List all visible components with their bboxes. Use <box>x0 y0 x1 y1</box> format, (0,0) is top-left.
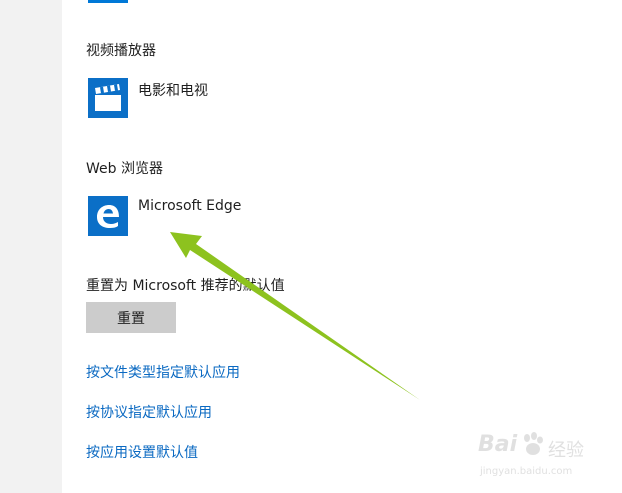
edge-icon <box>88 196 128 236</box>
watermark-url: jingyan.baidu.com <box>480 466 573 477</box>
default-apps-settings-page: 视频播放器 电影和电视 Web 浏览器 Microsoft Edge 重置为 M… <box>0 0 622 493</box>
video-player-section-label: 视频播放器 <box>86 43 156 59</box>
watermark-brand: Bai <box>478 432 518 457</box>
reset-defaults-label: 重置为 Microsoft 推荐的默认值 <box>86 278 285 294</box>
baidu-jingyan-watermark: Bai 经验 jingyan.baidu.com <box>478 430 608 486</box>
web-browser-app-name: Microsoft Edge <box>138 198 242 214</box>
navigation-pane <box>0 0 62 493</box>
web-browser-app-button[interactable]: Microsoft Edge <box>88 196 308 236</box>
video-player-app-name: 电影和电视 <box>138 83 208 99</box>
watermark-brand-cn: 经验 <box>548 440 584 461</box>
clapperboard-icon <box>88 78 128 118</box>
paw-logo-icon <box>524 432 543 455</box>
choose-defaults-by-file-type-link[interactable]: 按文件类型指定默认应用 <box>86 362 240 382</box>
partial-app-tile[interactable] <box>88 0 128 3</box>
video-player-app-button[interactable]: 电影和电视 <box>88 78 308 118</box>
reset-button[interactable]: 重置 <box>86 302 176 333</box>
choose-defaults-by-protocol-link[interactable]: 按协议指定默认应用 <box>86 402 212 422</box>
web-browser-section-label: Web 浏览器 <box>86 161 163 177</box>
set-defaults-by-app-link[interactable]: 按应用设置默认值 <box>86 442 198 462</box>
